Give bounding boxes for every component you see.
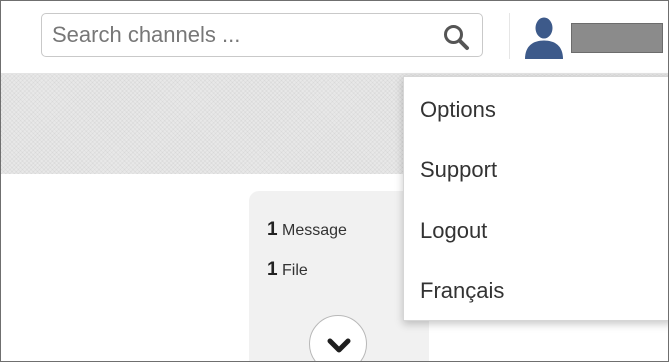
message-count-label: Message: [282, 222, 347, 239]
menu-item-logout[interactable]: Logout: [404, 203, 668, 259]
menu-item-language[interactable]: Français: [404, 263, 668, 319]
search-input[interactable]: [52, 20, 422, 50]
file-count-label: File: [282, 262, 308, 279]
message-count-number: 1: [267, 219, 278, 240]
top-bar: [1, 1, 668, 74]
search-box[interactable]: [41, 13, 483, 57]
user-dropdown-menu: Options Support Logout Français: [403, 76, 668, 321]
message-count: 1 Message: [267, 219, 347, 241]
app-window: 1 Message 1 File Options Support Logout …: [0, 0, 669, 362]
search-icon[interactable]: [442, 23, 470, 51]
user-menu-button[interactable]: [517, 11, 668, 63]
chevron-down-icon: [327, 338, 351, 353]
channel-stats-card: 1 Message 1 File: [249, 191, 429, 361]
toolbar-divider: [509, 13, 510, 59]
menu-item-support[interactable]: Support: [404, 142, 668, 198]
user-silhouette-icon: [525, 17, 563, 59]
file-count: 1 File: [267, 259, 308, 281]
username-redacted: [571, 23, 663, 53]
expand-button[interactable]: [309, 315, 367, 361]
file-count-number: 1: [267, 259, 278, 280]
menu-item-options[interactable]: Options: [404, 82, 668, 138]
